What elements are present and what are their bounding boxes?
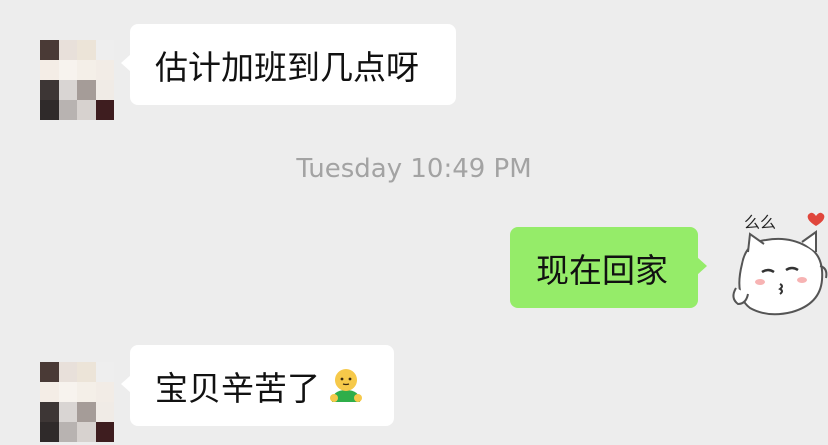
incoming-message-bubble[interactable]: 估计加班到几点呀 — [121, 24, 456, 105]
incoming-message-bubble[interactable]: 宝贝辛苦了 — [121, 345, 394, 426]
contact-avatar[interactable] — [40, 362, 114, 442]
self-avatar[interactable]: 么么 — [728, 208, 828, 323]
message-text: 宝贝辛苦了 — [155, 368, 320, 408]
message-text: 现在回家 — [536, 250, 668, 290]
message-timestamp: Tuesday 10:49 PM — [296, 154, 532, 184]
message-text: 估计加班到几点呀 — [155, 47, 419, 87]
face-with-green-body-emoji-icon — [330, 368, 362, 402]
contact-avatar[interactable] — [40, 40, 114, 120]
outgoing-message-bubble[interactable]: 现在回家 — [510, 227, 707, 308]
sticker-text: 么么 — [744, 213, 776, 232]
kissing-cat-sticker-icon: 么么 — [732, 212, 828, 316]
